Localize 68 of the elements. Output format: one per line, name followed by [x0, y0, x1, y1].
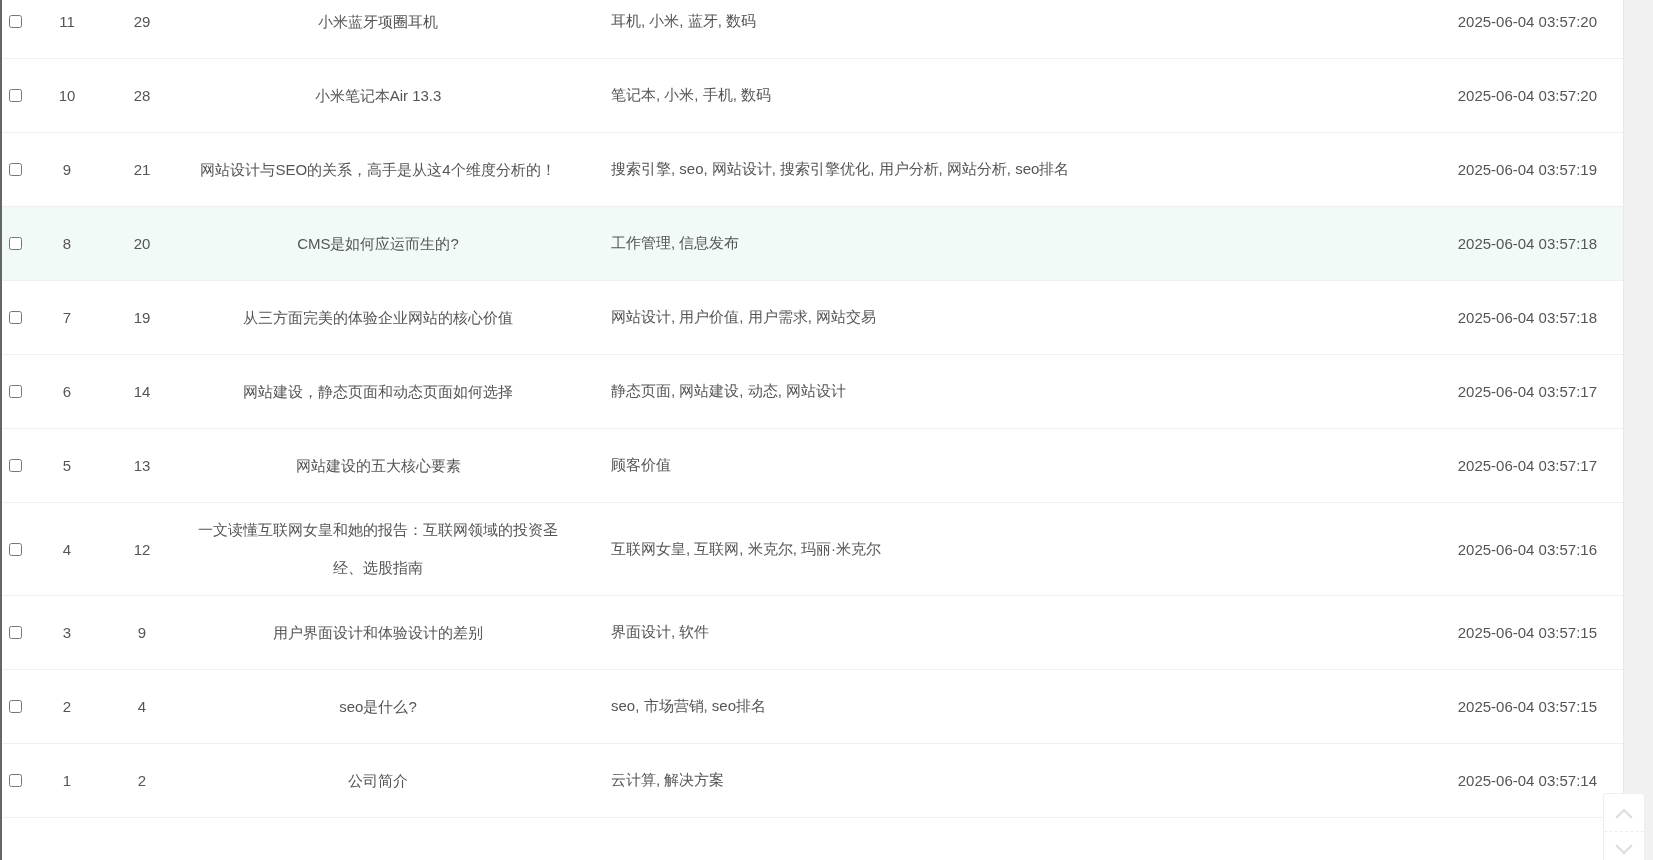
table-cell-text: 10 [57, 87, 77, 104]
timestamp: 2025-06-04 03:57:17 [1456, 383, 1598, 400]
table-cell-text: 20 [132, 235, 152, 252]
table-cell-text: 4 [136, 698, 148, 715]
timestamp: 2025-06-04 03:57:20 [1456, 13, 1598, 30]
table-cell-text: 13 [132, 457, 152, 474]
table-cell-text: 6 [61, 383, 73, 400]
article-tags: 搜索引擎, seo, 网站设计, 搜索引擎优化, 用户分析, 网站分析, seo排名 [574, 160, 1403, 179]
timestamp: 2025-06-04 03:57:18 [1456, 309, 1598, 326]
row-checkbox[interactable] [9, 700, 22, 713]
article-tags: 静态页面, 网站建设, 动态, 网站设计 [574, 382, 1403, 401]
article-tags: 网站设计, 用户价值, 用户需求, 网站交易 [574, 308, 1403, 327]
timestamp: 2025-06-04 03:57:19 [1456, 161, 1598, 178]
table-cell-text: 28 [132, 87, 152, 104]
row-checkbox[interactable] [9, 385, 22, 398]
table-cell-text: 1 [61, 772, 73, 789]
row-checkbox[interactable] [9, 774, 22, 787]
row-checkbox[interactable] [9, 163, 22, 176]
table-cell-text: 9 [61, 161, 73, 178]
row-checkbox[interactable] [9, 459, 22, 472]
article-tags: 云计算, 解决方案 [574, 771, 1403, 790]
table-cell-text: 4 [61, 540, 73, 558]
table-cell-text: 3 [61, 624, 73, 641]
article-title: 网站设计与SEO的关系，高手是从这4个维度分析的！ [199, 159, 557, 180]
timestamp: 2025-06-04 03:57:16 [1456, 540, 1598, 558]
article-tags: 界面设计, 软件 [574, 623, 1403, 642]
article-tags: 工作管理, 信息发布 [574, 234, 1403, 253]
article-tags: seo, 市场营销, seo排名 [574, 697, 1403, 716]
row-checkbox[interactable] [9, 89, 22, 102]
timestamp: 2025-06-04 03:57:20 [1456, 87, 1598, 104]
table-cell-text: 29 [132, 13, 152, 30]
table-cell-text: 2 [61, 698, 73, 715]
article-tags: 顾客价值 [574, 456, 1403, 475]
row-checkbox[interactable] [9, 542, 22, 556]
chevron-up-icon [1614, 806, 1634, 819]
table-cell-text: 21 [132, 161, 152, 178]
article-tags: 笔记本, 小米, 手机, 数码 [574, 86, 1403, 105]
timestamp: 2025-06-04 03:57:15 [1456, 698, 1598, 715]
article-title: 网站建设，静态页面和动态页面如何选择 [242, 381, 514, 402]
article-tags: 耳机, 小米, 蓝牙, 数码 [574, 12, 1403, 31]
article-title: 一文读懂互联网女皇和她的报告：互联网领域的投资圣经、选股指南 [197, 520, 559, 578]
table-cell-text: 11 [58, 13, 76, 30]
article-title: 小米蓝牙项圈耳机 [317, 11, 439, 32]
timestamp: 2025-06-04 03:57:15 [1456, 624, 1598, 641]
timestamp: 2025-06-04 03:57:18 [1456, 235, 1598, 252]
timestamp: 2025-06-04 03:57:17 [1456, 457, 1598, 474]
article-title: 小米笔记本Air 13.3 [313, 85, 443, 106]
article-title: 从三方面完美的体验企业网站的核心价值 [242, 307, 514, 328]
row-checkbox[interactable] [9, 626, 22, 639]
table-cell-text: 14 [132, 383, 152, 400]
article-title: 用户界面设计和体验设计的差别 [272, 622, 484, 643]
article-title: seo是什么? [338, 696, 418, 717]
article-title: CMS是如何应运而生的? [296, 233, 460, 254]
timestamp: 2025-06-04 03:57:14 [1456, 772, 1598, 789]
table-cell-text: 9 [136, 624, 148, 641]
table-cell-text: 2 [136, 772, 148, 789]
row-checkbox[interactable] [9, 15, 22, 28]
row-checkbox[interactable] [9, 311, 22, 324]
table-cell-text: 19 [132, 309, 152, 326]
table-cell-text: 5 [61, 457, 73, 474]
article-title: 公司简介 [347, 770, 409, 791]
article-title: 网站建设的五大核心要素 [294, 455, 462, 476]
table-cell-text: 7 [61, 309, 73, 326]
table-cell-text: 8 [61, 235, 73, 252]
article-tags: 互联网女皇, 互联网, 米克尔, 玛丽·米克尔 [574, 539, 1403, 559]
chevron-down-icon [1614, 844, 1634, 856]
row-checkbox[interactable] [9, 237, 22, 250]
table-cell-text: 12 [132, 540, 152, 558]
